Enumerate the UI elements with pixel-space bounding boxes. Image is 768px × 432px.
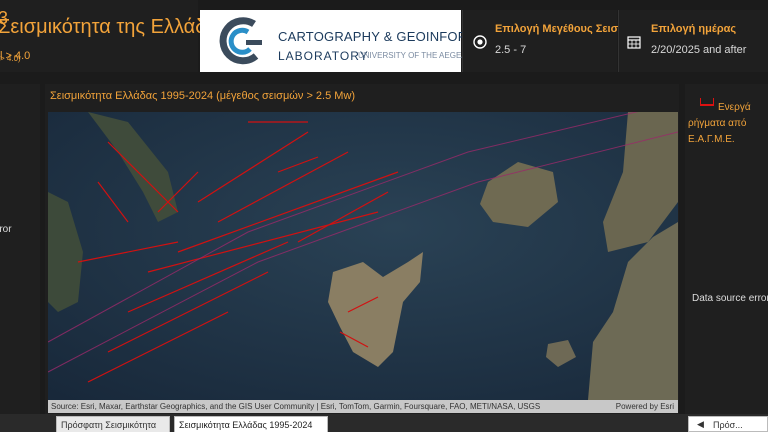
legend-data-source-error: Data source error [692, 293, 768, 304]
legend-line1: Ενεργά [718, 102, 751, 113]
day-slicer-label: Επιλογή ημέρας [651, 23, 737, 35]
logo-line3: UNIVERSITY OF THE AEGEAN [358, 51, 473, 60]
map-canvas[interactable] [48, 112, 678, 400]
page-navigator[interactable]: ◀ Πρόσ... [688, 416, 768, 432]
legend-line2: ρήγματα από [688, 118, 747, 129]
map-attribution: Source: Esri, Maxar, Earthstar Geographi… [51, 402, 541, 411]
legend-line3: Ε.Α.Γ.Μ.Ε. [688, 134, 735, 145]
tab-recent-seismicity[interactable]: Πρόσφατη Σεισμικότητα [56, 416, 170, 432]
lab-logo: CARTOGRAPHY & GEOINFORMATICS LABORATORY … [200, 10, 516, 72]
map-attribution-bar: Source: Esri, Maxar, Earthstar Geographi… [48, 400, 678, 413]
left-card-error: rror [0, 224, 12, 235]
left-card-number: 3 [0, 8, 9, 28]
left-card-magnitude-note: > 4.0) [0, 54, 21, 63]
day-slicer-value: 2/20/2025 and after [651, 44, 747, 56]
magnitude-slicer-label: Επιλογή Μεγέθους Σεισ... [495, 23, 628, 35]
left-card-panel [0, 84, 40, 414]
pager-label: Πρόσ... [713, 420, 743, 430]
target-icon [473, 35, 487, 49]
satellite-map[interactable] [48, 112, 678, 400]
logo-line2: LABORATORY [278, 49, 369, 63]
magnitude-slicer-value: 2.5 - 7 [495, 44, 527, 56]
chevron-left-icon[interactable]: ◀ [697, 419, 704, 430]
calendar-icon [627, 36, 641, 49]
day-slicer[interactable]: Επιλογή ημέρας 2/20/2025 and after [618, 10, 768, 72]
magnitude-slicer[interactable]: Επιλογή Μεγέθους Σεισ... 2.5 - 7 [462, 10, 627, 72]
page-title: Σεισμικότητα της Ελλάδας [0, 16, 228, 38]
powered-by-esri[interactable]: Powered by Esri [616, 402, 674, 411]
tab-seismicity-1995-2024[interactable]: Σεισμικότητα Ελλάδας 1995-2024 [174, 416, 328, 432]
cg-logo-icon [219, 17, 262, 65]
fault-legend-text: Ενεργά ρήγματα από Ε.Α.Γ.Μ.Ε. [688, 100, 768, 148]
map-title: Σεισμικότητα Ελλάδας 1995-2024 (μέγεθος … [50, 90, 356, 102]
